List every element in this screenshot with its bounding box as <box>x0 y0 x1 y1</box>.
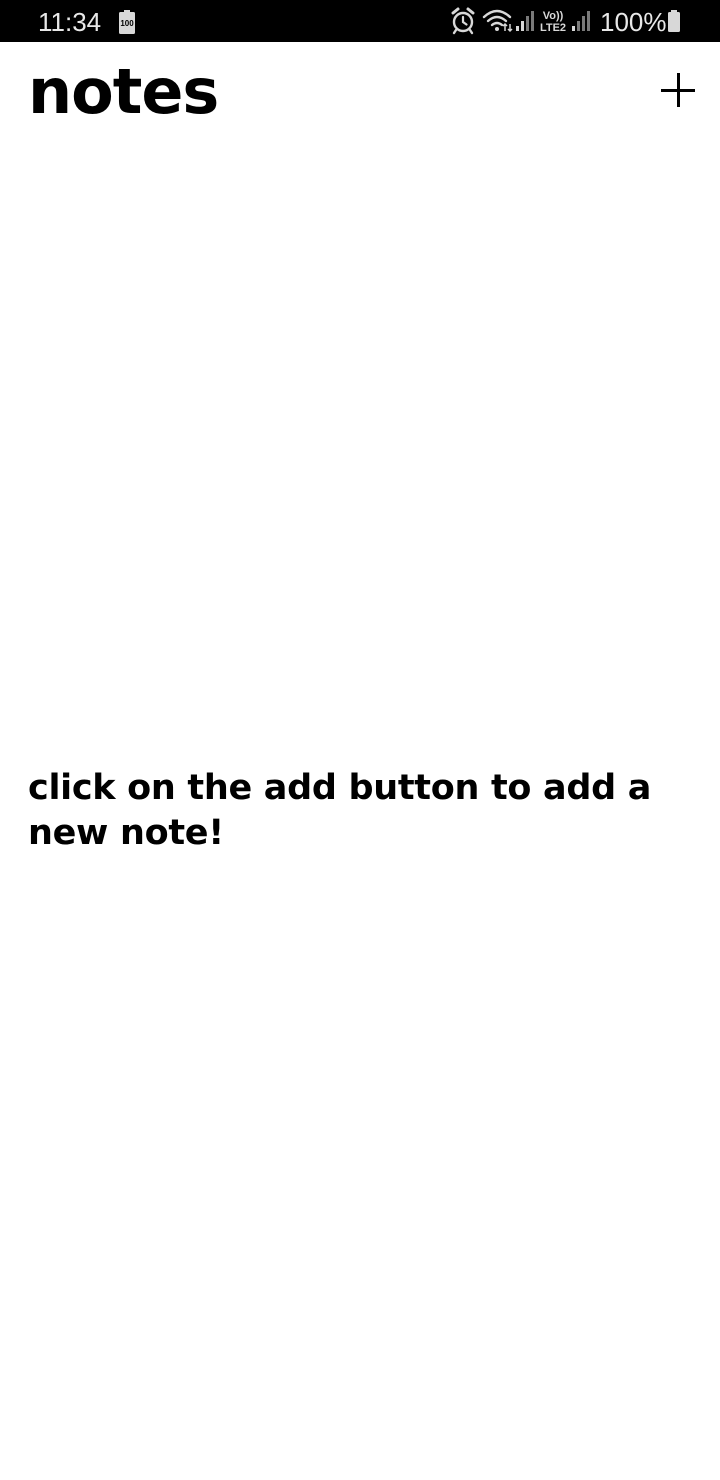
battery-saver-icon: 100 <box>119 10 135 34</box>
alarm-icon <box>450 0 476 42</box>
volte-label-top: Vo)) <box>543 10 564 22</box>
battery-percent: 100% <box>600 7 667 37</box>
volte-icon: Vo)) LTE2 <box>538 0 568 42</box>
battery-icon <box>666 0 684 42</box>
notes-screen: 11:34 100 Vo)) LTE2 100% notes click on … <box>0 0 720 1480</box>
status-time: 11:34 <box>38 7 102 37</box>
volte-label-bottom: LTE2 <box>540 22 566 34</box>
page-title: notes <box>28 55 219 128</box>
signal-icon <box>514 0 536 42</box>
add-note-button[interactable] <box>652 64 704 116</box>
empty-state-message: click on the add button to add a new not… <box>28 768 652 853</box>
app-header: notes <box>0 42 720 152</box>
status-bar: 11:34 100 Vo)) LTE2 100% <box>0 0 720 42</box>
svg-text:100: 100 <box>120 19 134 28</box>
signal-icon <box>570 0 592 42</box>
wifi-icon <box>482 0 514 42</box>
